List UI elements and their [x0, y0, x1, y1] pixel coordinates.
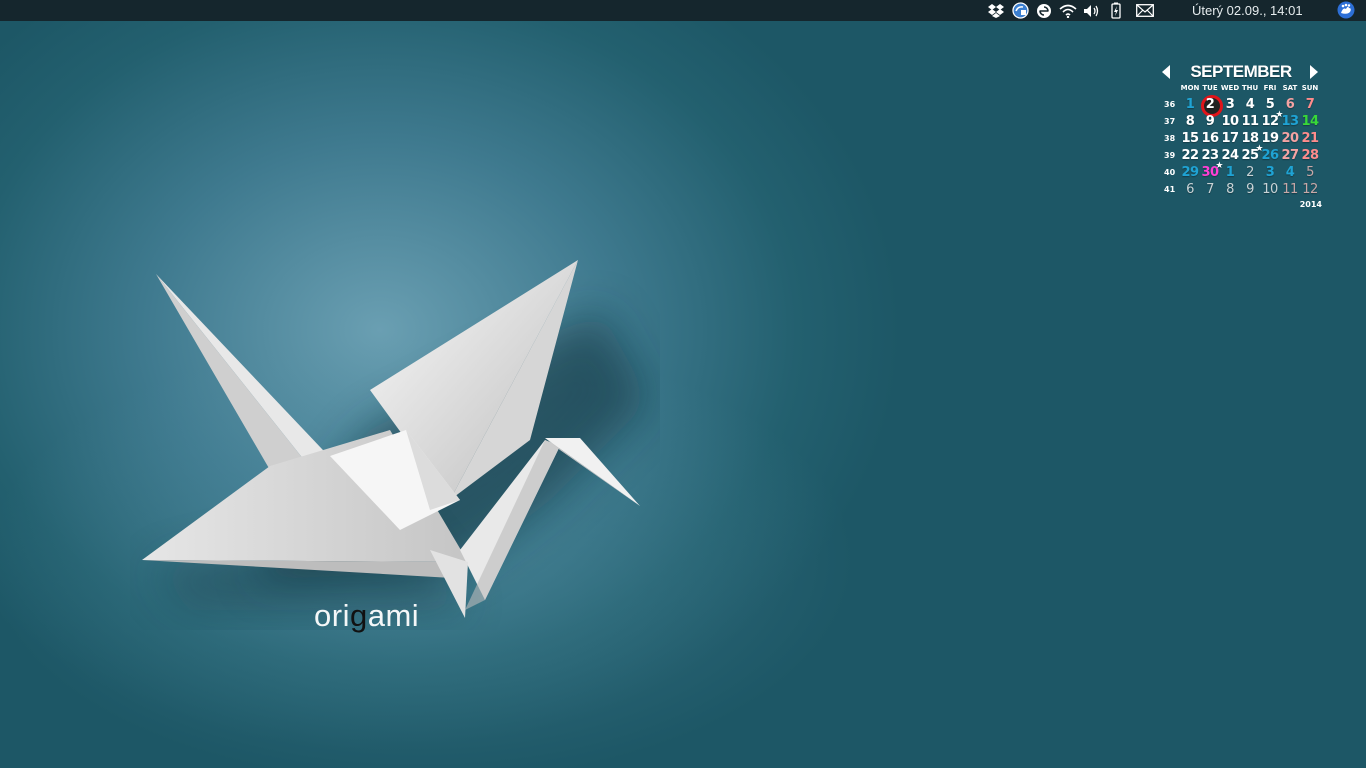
wordmark-mid: g: [349, 598, 368, 633]
calendar-day[interactable]: 1: [1180, 97, 1200, 112]
calendar-week-row: 37 8 9 10 11 12 ★ 13 14: [1158, 110, 1326, 130]
wordmark-suffix: ami: [367, 598, 420, 633]
calendar-day[interactable]: 24: [1220, 148, 1240, 163]
calendar-weekdays: MON TUE WED THU FRI SAT SUN: [1180, 84, 1326, 96]
calendar-day[interactable]: 30 ★: [1200, 161, 1223, 180]
calendar-week-row: 41 6 7 8 9 10 11 12: [1158, 181, 1326, 198]
weekday-label: MON: [1180, 84, 1200, 92]
calendar-day[interactable]: 21: [1300, 131, 1320, 146]
origami-wordmark: origami: [314, 598, 419, 634]
update-icon[interactable]: [1011, 2, 1029, 20]
volume-icon[interactable]: [1083, 2, 1101, 20]
weekday-label: TUE: [1202, 84, 1218, 92]
calendar-day[interactable]: 11: [1280, 182, 1300, 197]
calendar-day[interactable]: 10: [1220, 114, 1240, 129]
calendar-day[interactable]: 9: [1200, 114, 1220, 129]
calendar-day[interactable]: 17: [1220, 131, 1240, 146]
calendar-month: SEPTEMBER: [1190, 62, 1292, 81]
origami-crane-artwork: [142, 260, 650, 618]
calendar-day[interactable]: 8: [1180, 114, 1200, 129]
calendar-widget: SEPTEMBER MON TUE WED THU FRI SAT SUN 36…: [1158, 62, 1326, 209]
next-month-icon[interactable]: [1310, 65, 1318, 79]
weekday-label: FRI: [1263, 84, 1277, 92]
mail-icon[interactable]: [1136, 2, 1154, 20]
week-number: 37: [1164, 117, 1176, 126]
week-number: 38: [1164, 134, 1176, 143]
panel-clock[interactable]: Úterý 02.09., 14:01: [1192, 3, 1303, 18]
calendar-day[interactable]: 3: [1220, 97, 1240, 112]
calendar-day[interactable]: 8: [1220, 182, 1240, 197]
calendar-day[interactable]: 25 ★: [1240, 144, 1263, 163]
week-number: 39: [1164, 151, 1176, 160]
calendar-day[interactable]: 6: [1280, 97, 1300, 112]
calendar-day-today[interactable]: 2: [1200, 95, 1223, 117]
calendar-day[interactable]: 10: [1260, 182, 1280, 197]
calendar-day[interactable]: 19: [1260, 131, 1280, 146]
wifi-icon[interactable]: [1059, 2, 1077, 20]
weekday-label: SAT: [1282, 84, 1298, 92]
calendar-day[interactable]: 22: [1180, 148, 1200, 163]
calendar-day[interactable]: 29: [1180, 165, 1200, 180]
calendar-day[interactable]: 26: [1260, 148, 1280, 163]
calendar-day[interactable]: 9: [1240, 182, 1260, 197]
calendar-day[interactable]: 27: [1280, 148, 1300, 163]
calendar-day[interactable]: 3: [1260, 165, 1280, 180]
calendar-day[interactable]: 7: [1200, 182, 1220, 197]
prev-month-icon[interactable]: [1162, 65, 1170, 79]
sync-icon[interactable]: [1035, 2, 1053, 20]
calendar-day[interactable]: 6: [1180, 182, 1200, 197]
dropbox-icon[interactable]: [987, 2, 1005, 20]
calendar-day[interactable]: 12: [1300, 182, 1320, 197]
calendar-week-row: 39 22 23 24 25 ★ 26 27 28: [1158, 144, 1326, 164]
calendar-day[interactable]: 14: [1300, 114, 1320, 129]
calendar-day[interactable]: 12 ★: [1260, 110, 1283, 129]
calendar-day[interactable]: 1: [1220, 165, 1240, 180]
week-number: 41: [1164, 185, 1176, 194]
weekday-label: SUN: [1301, 84, 1319, 92]
calendar-day[interactable]: 11: [1240, 114, 1260, 129]
week-number: 36: [1164, 100, 1176, 109]
calendar-day[interactable]: 13: [1280, 114, 1300, 129]
calendar-header: SEPTEMBER: [1158, 62, 1326, 84]
calendar-day[interactable]: 7: [1300, 97, 1320, 112]
top-panel: Úterý 02.09., 14:01: [0, 0, 1366, 21]
calendar-day[interactable]: 5: [1300, 165, 1320, 180]
calendar-day[interactable]: 2: [1240, 165, 1260, 180]
weekday-label: THU: [1241, 84, 1259, 92]
calendar-day[interactable]: 28: [1300, 148, 1320, 163]
system-tray: [984, 1, 1157, 20]
calendar-week-row: 36 1 2 3 4 5 6 7: [1158, 95, 1326, 117]
calendar-day[interactable]: 16: [1200, 131, 1220, 146]
calendar-week-row: 40 29 30 ★ 1 2 3 4 5: [1158, 161, 1326, 181]
calendar-day[interactable]: 20: [1280, 131, 1300, 146]
whisker-menu-icon[interactable]: [1337, 1, 1355, 19]
calendar-day[interactable]: 4: [1240, 97, 1260, 112]
calendar-year: 2014: [1299, 200, 1322, 209]
weekday-label: WED: [1220, 84, 1240, 92]
calendar-day[interactable]: 15: [1180, 131, 1200, 146]
wordmark-prefix: ori: [314, 598, 350, 633]
battery-icon[interactable]: [1107, 2, 1125, 20]
calendar-day[interactable]: 4: [1280, 165, 1300, 180]
calendar-week-row: 38 15 16 17 18 19 20 21: [1158, 130, 1326, 147]
week-number: 40: [1164, 168, 1176, 177]
